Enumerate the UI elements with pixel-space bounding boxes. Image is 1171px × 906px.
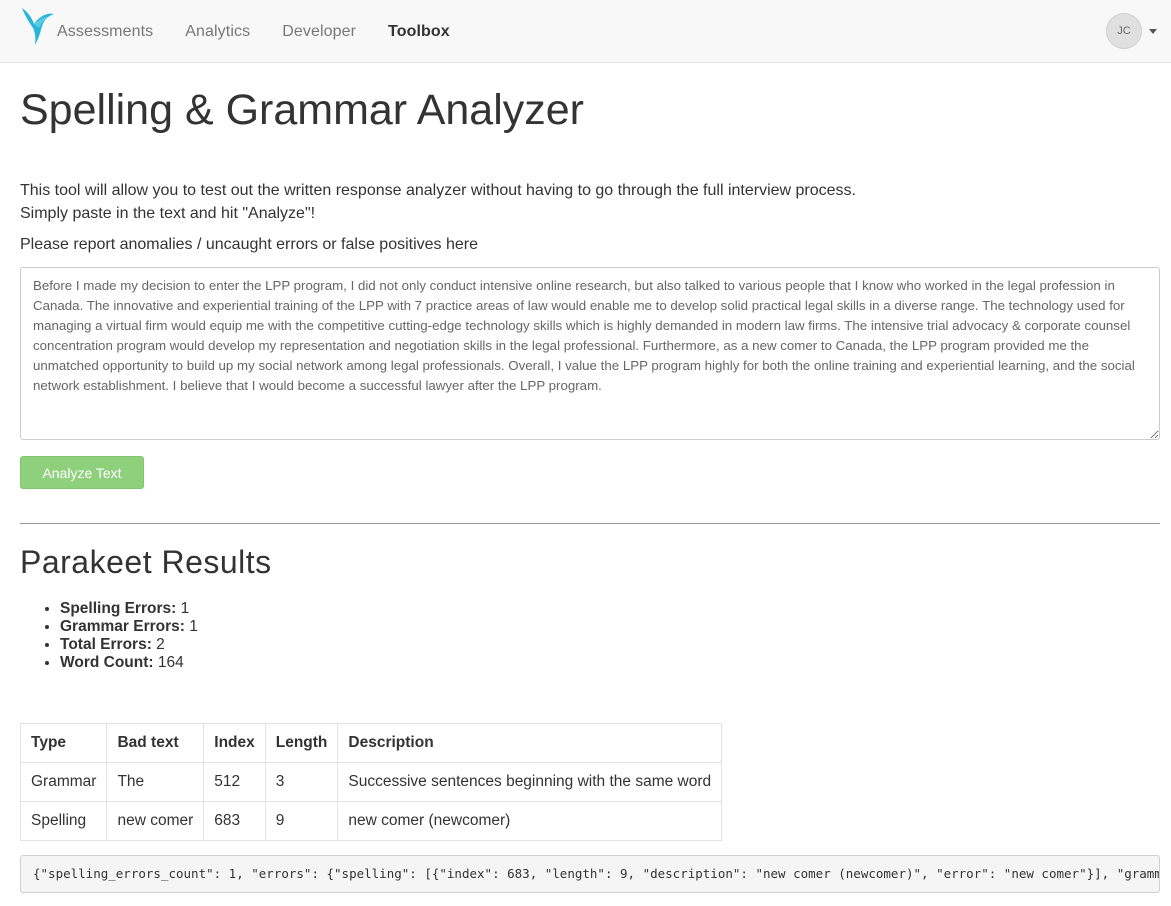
summary-label: Grammar Errors: — [60, 618, 185, 635]
report-note: Please report anomalies / uncaught error… — [20, 236, 478, 254]
raw-json-output[interactable]: {"spelling_errors_count": 1, "errors": {… — [20, 854, 1160, 893]
user-menu[interactable]: JC — [1106, 13, 1157, 49]
analyze-text-button[interactable]: Analyze Text — [20, 456, 144, 489]
response-textarea[interactable]: Before I made my decision to enter the L… — [20, 267, 1160, 440]
page-title: Spelling & Grammar Analyzer — [20, 86, 584, 134]
avatar[interactable]: JC — [1106, 13, 1142, 49]
nav-toolbox[interactable]: Toolbox — [388, 23, 450, 41]
nav-assessments[interactable]: Assessments — [57, 23, 153, 41]
summary-spelling-errors: Spelling Errors: 1 — [60, 600, 198, 618]
cell-type: Spelling — [19, 801, 108, 841]
table-row: Spelling new comer 683 9 new comer (newc… — [19, 801, 723, 841]
report-text: Please report anomalies / uncaught error… — [20, 236, 446, 253]
column-header-bad-text: Bad text — [106, 723, 205, 763]
cell-length: 3 — [264, 762, 339, 802]
results-title: Parakeet Results — [20, 544, 272, 580]
summary-value: 164 — [153, 654, 184, 671]
intro-text: This tool will allow you to test out the… — [20, 179, 856, 225]
results-summary: Spelling Errors: 1 Grammar Errors: 1 Tot… — [20, 600, 198, 672]
summary-value: 2 — [151, 636, 165, 653]
section-divider — [20, 523, 1160, 524]
summary-label: Spelling Errors: — [60, 600, 177, 617]
errors-table: Type Bad text Index Length Description G… — [19, 723, 723, 841]
summary-value: 1 — [184, 618, 198, 635]
cell-bad-text: new comer — [106, 801, 205, 841]
cell-description: new comer (newcomer) — [337, 801, 723, 841]
hummingbird-logo-icon[interactable] — [20, 4, 56, 46]
table-header-row: Type Bad text Index Length Description — [19, 723, 723, 763]
column-header-description: Description — [337, 723, 723, 763]
table-row: Grammar The 512 3 Successive sentences b… — [19, 762, 723, 802]
caret-down-icon[interactable] — [1149, 28, 1157, 34]
report-link[interactable]: here — [446, 236, 478, 253]
summary-total-errors: Total Errors: 2 — [60, 636, 198, 654]
column-header-length: Length — [264, 723, 339, 763]
summary-value: 1 — [176, 600, 190, 617]
summary-grammar-errors: Grammar Errors: 1 — [60, 618, 198, 636]
cell-index: 683 — [203, 801, 266, 841]
summary-label: Total Errors: — [60, 636, 152, 653]
intro-line-2: Simply paste in the text and hit "Analyz… — [20, 205, 316, 222]
summary-word-count: Word Count: 164 — [60, 654, 198, 672]
nav-developer[interactable]: Developer — [282, 23, 356, 41]
cell-bad-text: The — [106, 762, 205, 802]
cell-type: Grammar — [19, 762, 108, 802]
nav-links: Assessments Analytics Developer Toolbox — [57, 0, 482, 63]
cell-length: 9 — [264, 801, 339, 841]
nav-analytics[interactable]: Analytics — [185, 23, 250, 41]
summary-label: Word Count: — [60, 654, 154, 671]
column-header-type: Type — [19, 723, 108, 763]
column-header-index: Index — [203, 723, 266, 763]
intro-line-1: This tool will allow you to test out the… — [20, 182, 856, 199]
cell-description: Successive sentences beginning with the … — [337, 762, 723, 802]
cell-index: 512 — [203, 762, 266, 802]
top-navbar: Assessments Analytics Developer Toolbox … — [0, 0, 1171, 63]
